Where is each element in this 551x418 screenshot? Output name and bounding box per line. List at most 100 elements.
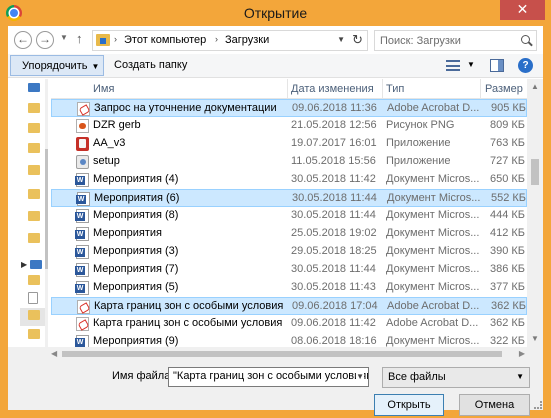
word-doc-icon xyxy=(76,192,90,206)
scroll-right-icon[interactable]: ▶ xyxy=(519,349,525,358)
breadcrumb-this-pc[interactable]: Этот компьютер xyxy=(124,34,206,46)
cancel-button[interactable]: Отмена xyxy=(459,394,530,416)
new-folder-button[interactable]: Создать папку xyxy=(114,59,187,71)
column-headers: Имя Дата изменения Тип Размер xyxy=(51,79,527,99)
file-row[interactable]: Мероприятия (8) 30.05.2018 11:44 Документ … xyxy=(51,207,527,225)
word-doc-icon xyxy=(75,227,89,241)
recent-locations-dropdown-icon[interactable]: ▼ xyxy=(60,33,68,42)
file-name: Мероприятия (7) xyxy=(93,263,179,275)
file-size: 412 КБ xyxy=(489,227,525,239)
downloads-folder-icon[interactable] xyxy=(28,310,40,320)
filename-input[interactable]: "Карта границ зон с особыми условиями ▼ xyxy=(168,367,369,387)
folder-icon[interactable] xyxy=(28,211,40,221)
organize-button[interactable]: Упорядочить ▼ xyxy=(10,55,104,76)
file-size: 377 КБ xyxy=(489,281,525,293)
file-row[interactable]: Мероприятия (7) 30.05.2018 11:44 Документ … xyxy=(51,261,527,279)
search-icon[interactable] xyxy=(521,35,530,44)
folder-icon[interactable] xyxy=(28,189,40,199)
folder-icon[interactable] xyxy=(28,233,40,243)
file-row[interactable]: Запрос на уточнение документации 09.06.20… xyxy=(51,99,527,117)
document-icon[interactable] xyxy=(28,292,38,304)
address-bar[interactable]: › Этот компьютер › Загрузки ▼ ↻ xyxy=(92,30,368,51)
scroll-up-icon[interactable]: ▲ xyxy=(531,82,539,91)
file-row[interactable]: Мероприятия (4) 30.05.2018 11:42 Документ … xyxy=(51,171,527,189)
dialog-footer: ◀ ▶ Имя файла: "Карта границ зон с особы… xyxy=(8,347,543,416)
word-doc-icon xyxy=(75,209,89,223)
forward-button[interactable]: → xyxy=(36,31,54,49)
close-button[interactable]: ✕ xyxy=(500,0,545,20)
file-list-scrollbar[interactable]: ▲ ▼ xyxy=(527,79,543,347)
file-row[interactable]: setup 11.05.2018 15:56 Приложение 727 КБ xyxy=(51,153,527,171)
folder-icon[interactable] xyxy=(28,103,40,113)
word-doc-icon xyxy=(75,173,89,187)
horizontal-scrollbar[interactable]: ◀ ▶ xyxy=(48,347,543,361)
column-header-date[interactable]: Дата изменения xyxy=(291,83,374,95)
scroll-left-icon[interactable]: ◀ xyxy=(51,349,57,358)
pdf-icon xyxy=(77,300,90,314)
column-header-name[interactable]: Имя xyxy=(93,83,114,95)
file-row[interactable]: DZR gerb 21.05.2018 12:56 Рисунок PNG 809 К… xyxy=(51,117,527,135)
open-button[interactable]: Открыть xyxy=(374,394,444,416)
file-size: 390 КБ xyxy=(489,245,525,257)
file-date: 19.07.2017 16:01 xyxy=(291,137,377,149)
png-icon xyxy=(76,119,89,133)
file-date: 08.06.2018 18:16 xyxy=(291,335,377,347)
search-input[interactable]: Поиск: Загрузки xyxy=(374,30,537,51)
file-type: Документ Micros... xyxy=(386,245,480,257)
file-name: Мероприятия (8) xyxy=(93,209,179,221)
file-size: 552 КБ xyxy=(490,192,526,204)
file-type-select[interactable]: Все файлы ▼ xyxy=(382,367,530,388)
view-dropdown-icon[interactable]: ▼ xyxy=(467,60,475,69)
chevron-right-icon[interactable]: › xyxy=(215,34,218,44)
folder-icon[interactable] xyxy=(28,275,40,285)
file-name: DZR gerb xyxy=(93,119,141,131)
column-header-type[interactable]: Тип xyxy=(386,83,404,95)
column-header-size[interactable]: Размер xyxy=(485,83,523,95)
file-row[interactable]: Мероприятия (6) 30.05.2018 11:44 Документ … xyxy=(51,189,527,207)
file-name: Мероприятия xyxy=(93,227,162,239)
view-options-icon[interactable] xyxy=(446,60,460,71)
resize-grip-icon[interactable] xyxy=(534,401,542,409)
address-dropdown-icon[interactable]: ▼ xyxy=(337,35,345,44)
downloads-folder-icon xyxy=(96,34,110,46)
folder-icon[interactable] xyxy=(28,165,40,175)
file-type: Приложение xyxy=(386,137,451,149)
help-icon[interactable]: ? xyxy=(518,58,533,73)
folder-icon[interactable] xyxy=(28,123,40,133)
column-divider[interactable] xyxy=(480,79,481,99)
open-dialog: Открытие ✕ ← → ▼ ↑ › Этот компьютер › За… xyxy=(0,0,551,418)
preview-pane-icon[interactable] xyxy=(490,59,504,72)
folder-icon[interactable] xyxy=(28,329,40,339)
file-size: 362 КБ xyxy=(490,300,526,312)
scroll-down-icon[interactable]: ▼ xyxy=(531,334,539,343)
file-row[interactable]: Мероприятия 25.05.2018 19:02 Документ Micr… xyxy=(51,225,527,243)
filename-dropdown-icon[interactable]: ▼ xyxy=(356,372,364,381)
file-name: Мероприятия (5) xyxy=(93,281,179,293)
command-bar: Упорядочить ▼ Создать папку ▼ ? xyxy=(8,54,543,78)
file-row[interactable]: Мероприятия (3) 29.05.2018 18:25 Документ … xyxy=(51,243,527,261)
column-divider[interactable] xyxy=(382,79,383,99)
file-date: 30.05.2018 11:44 xyxy=(291,263,376,275)
column-divider[interactable] xyxy=(287,79,288,99)
monitor-icon[interactable] xyxy=(28,83,40,92)
back-button[interactable]: ← xyxy=(14,31,32,49)
chevron-right-icon[interactable]: › xyxy=(114,34,117,44)
file-type: Adobe Acrobat D... xyxy=(387,300,480,312)
up-button[interactable]: ↑ xyxy=(76,31,83,46)
horizontal-scroll-thumb[interactable] xyxy=(62,351,502,357)
file-list-scroll-thumb[interactable] xyxy=(531,159,539,185)
file-row[interactable]: AA_v3 19.07.2017 16:01 Приложение 763 КБ xyxy=(51,135,527,153)
refresh-icon[interactable]: ↻ xyxy=(352,32,363,48)
expand-arrow-icon[interactable]: ▶ xyxy=(21,260,27,269)
file-type: Документ Micros... xyxy=(386,173,480,185)
file-type: Документ Micros... xyxy=(387,192,481,204)
file-row[interactable]: Карта границ зон с особыми условиям... 09… xyxy=(51,297,527,315)
folder-icon[interactable] xyxy=(28,143,40,153)
navigation-pane: ▶ xyxy=(8,79,48,347)
file-row[interactable]: Карта границ зон с особыми условиям... 09… xyxy=(51,315,527,333)
file-row[interactable]: Мероприятия (5) 30.05.2018 11:43 Документ … xyxy=(51,279,527,297)
breadcrumb-downloads[interactable]: Загрузки xyxy=(225,34,269,46)
nav-pane-scroll-thumb[interactable] xyxy=(45,149,48,269)
file-list: Имя Дата изменения Тип Размер Запрос на … xyxy=(51,79,543,349)
computer-icon[interactable] xyxy=(30,260,42,269)
